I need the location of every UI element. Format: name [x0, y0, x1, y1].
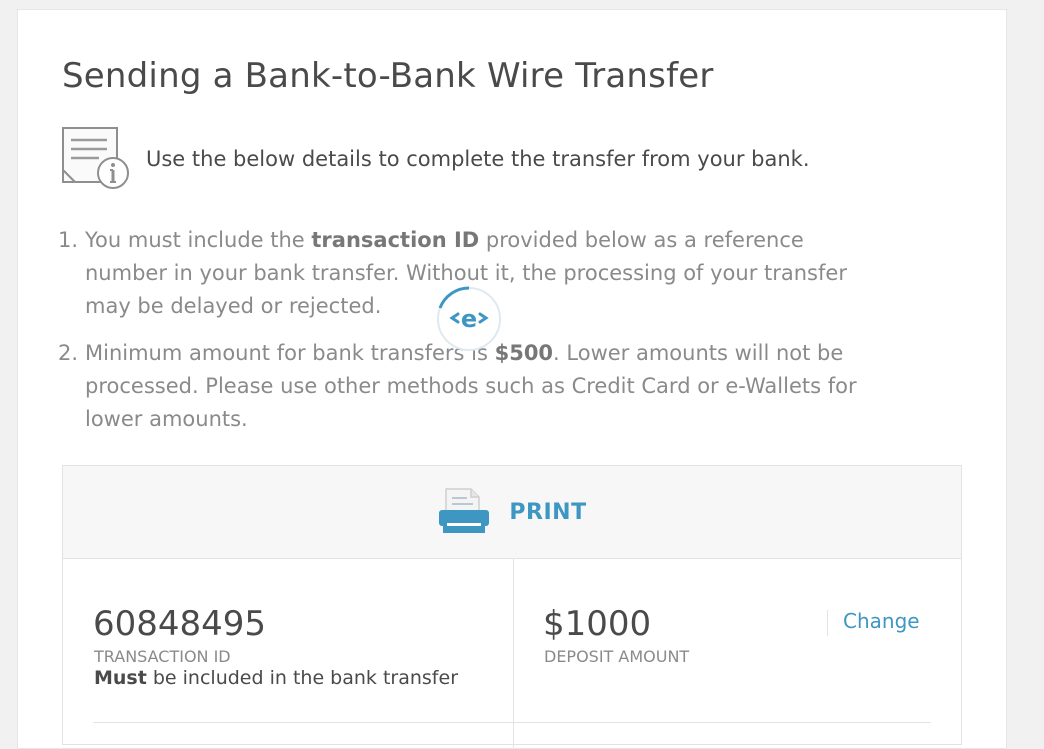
deposit-amount-value: $1000: [543, 604, 652, 644]
section-divider: [93, 722, 931, 723]
print-label: PRINT: [509, 499, 587, 525]
transaction-note-text: be included in the bank transfer: [146, 667, 458, 689]
column-divider: [513, 558, 514, 748]
loader-glyph: e: [461, 305, 477, 333]
transaction-note-emphasis: Must: [94, 667, 147, 689]
instruction-number: 1.: [58, 228, 79, 252]
print-button[interactable]: PRINT: [63, 466, 961, 559]
instruction-emphasis: transaction ID: [311, 228, 480, 252]
instruction-text: You must include the: [85, 228, 312, 252]
instruction-emphasis: $500: [494, 341, 554, 365]
document-info-icon: [62, 127, 129, 189]
instruction-number: 2.: [58, 341, 79, 365]
transaction-id-value: 60848495: [93, 604, 267, 644]
transfer-details-panel: PRINT 60848495 TRANSACTION ID Must be in…: [62, 465, 962, 748]
intro-text: Use the below details to complete the tr…: [146, 147, 810, 171]
change-divider: [827, 610, 828, 636]
printer-icon: [439, 488, 490, 533]
page-title: Sending a Bank-to-Bank Wire Transfer: [62, 56, 714, 96]
transaction-id-label: TRANSACTION ID: [94, 647, 231, 666]
transaction-id-note: Must be included in the bank transfer: [94, 667, 458, 689]
loading-spinner-icon: e: [437, 286, 501, 351]
instruction-text: Minimum amount for bank transfers is: [85, 341, 495, 365]
change-amount-link[interactable]: Change: [843, 609, 920, 633]
deposit-amount-label: DEPOSIT AMOUNT: [544, 647, 690, 666]
